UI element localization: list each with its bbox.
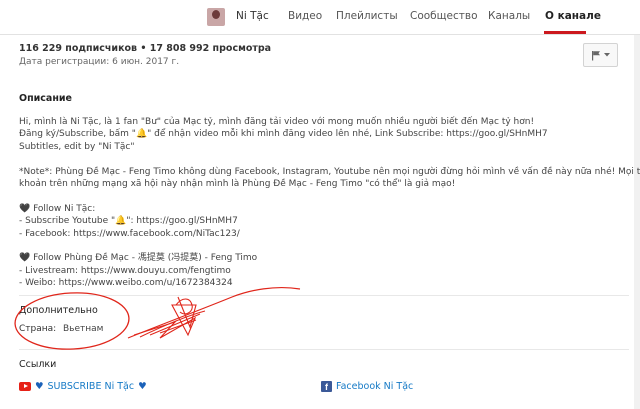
subscribe-link-label: SUBSCRIBE Ni Tặc (47, 381, 135, 392)
description-text: Hi, mình là Ni Tặc, là 1 fan "Bư" của Mạ… (19, 116, 640, 290)
country-row: Страна: Вьетнам (19, 324, 103, 334)
about-card: 116 229 подписчиков • 17 808 992 просмот… (0, 35, 640, 409)
country-label: Страна: (19, 324, 57, 334)
tab-playlists[interactable]: Плейлисты (336, 10, 398, 22)
description-line: Đăng ký/Subscribe, bấm "🔔" để nhận video… (19, 129, 548, 140)
description-line: - Weibo: https://www.weibo.com/u/1672384… (19, 278, 233, 289)
description-line: 🖤 Follow Phùng Đề Mạc - 馮提莫 (冯提莫) - Feng… (19, 253, 258, 264)
description-title: Описание (19, 93, 73, 104)
tab-community[interactable]: Сообщество (410, 10, 478, 22)
heart-icon: ♥ (138, 381, 147, 392)
channel-stats: 116 229 подписчиков • 17 808 992 просмот… (19, 43, 271, 54)
facebook-link[interactable]: f Facebook Ni Tặc (321, 381, 413, 392)
stats-separator: • (137, 43, 150, 54)
section-divider (19, 295, 629, 296)
tab-videos[interactable]: Видео (288, 10, 322, 22)
registration-date: Дата регистрации: 6 июн. 2017 г. (19, 57, 180, 67)
view-count: 17 808 992 просмотра (149, 43, 272, 54)
description-line: 🖤 Follow Ni Tặc: (19, 203, 96, 214)
description-line: Subtitles, edit by "Ni Tặc" (19, 141, 135, 152)
description-line: *Note*: Phùng Đề Mạc - Feng Timo không d… (19, 166, 640, 177)
description-line: - Facebook: https://www.facebook.com/NiT… (19, 228, 240, 239)
channel-avatar[interactable] (207, 8, 225, 26)
description-line (19, 240, 640, 252)
chevron-down-icon (604, 53, 610, 57)
facebook-link-label: Facebook Ni Tặc (336, 381, 414, 392)
description-line (19, 153, 640, 165)
channel-name[interactable]: Ni Tặc (236, 10, 269, 22)
description-line (19, 190, 640, 202)
channel-navbar: Ni Tặc Видео Плейлисты Сообщество Каналы… (0, 0, 640, 35)
links-title: Ссылки (19, 359, 57, 370)
heart-icon: ♥ (35, 381, 44, 392)
page: Ni Tặc Видео Плейлисты Сообщество Каналы… (0, 0, 640, 409)
section-divider (19, 349, 629, 350)
facebook-icon: f (321, 381, 332, 392)
description-line: khoản trên những mạng xã hội này nhận mì… (19, 179, 456, 190)
additional-title: Дополнительно (19, 305, 98, 316)
description-line: - Subscribe Youtube "🔔": https://goo.gl/… (19, 216, 238, 227)
subscribe-link[interactable]: ♥ SUBSCRIBE Ni Tặc ♥ (19, 381, 147, 392)
active-tab-indicator (544, 31, 586, 34)
flag-icon (592, 50, 600, 60)
tab-about[interactable]: О канале (545, 10, 601, 22)
description-line: Hi, mình là Ni Tặc, là 1 fan "Bư" của Mạ… (19, 117, 535, 127)
description-line: - Livestream: https://www.douyu.com/feng… (19, 265, 231, 276)
country-value: Вьетнам (63, 324, 104, 334)
report-flag-button[interactable] (583, 43, 618, 67)
youtube-icon (19, 382, 31, 391)
subscriber-count: 116 229 подписчиков (19, 43, 138, 54)
tab-channels[interactable]: Каналы (488, 10, 530, 22)
